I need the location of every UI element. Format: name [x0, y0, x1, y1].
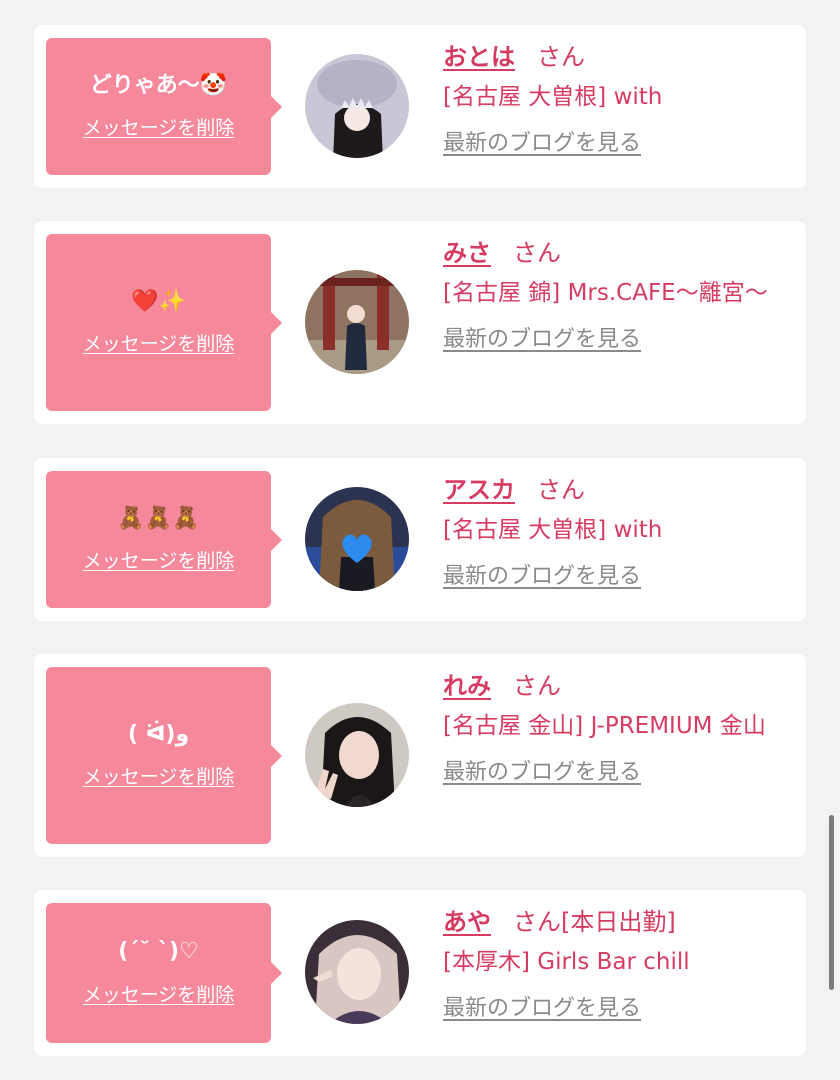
avatar[interactable]: [305, 703, 409, 807]
shop-name: [名古屋 大曽根] with: [443, 84, 663, 110]
delete-message-link[interactable]: メッセージを削除: [83, 329, 235, 356]
shop-name: [名古屋 金山] J-PREMIUM 金山: [443, 713, 766, 739]
sender-info: アスカ さん [名古屋 大曽根] with 最新のブログを見る: [443, 470, 793, 592]
name-line: アスカ さん: [443, 470, 793, 510]
avatar[interactable]: [305, 920, 409, 1024]
message-card: (ˊ˘ ˋ)♡ メッセージを削除 あや さん[本日出勤] [本厚木] Girls …: [34, 890, 806, 1056]
shop-name: [名古屋 大曽根] with: [443, 517, 663, 543]
message-text: ( ᐛ)و: [127, 721, 190, 747]
message-bubble: どりゃあ〜🤡 メッセージを削除: [46, 38, 282, 175]
name-line: れみ さん: [443, 666, 793, 706]
delete-message-link[interactable]: メッセージを削除: [83, 113, 235, 140]
sender-name-link[interactable]: あや: [443, 908, 491, 936]
sender-info: みさ さん [名古屋 錦] Mrs.CAFE〜離宮〜 最新のブログを見る: [443, 233, 793, 355]
name-line: おとは さん: [443, 37, 793, 77]
message-bubble: (ˊ˘ ˋ)♡ メッセージを削除: [46, 903, 282, 1043]
latest-blog-link[interactable]: 最新のブログを見る: [443, 325, 641, 355]
message-list: どりゃあ〜🤡 メッセージを削除 おとは さん [名古屋 大曽根] with 最新の…: [0, 0, 840, 1080]
delete-message-link[interactable]: メッセージを削除: [83, 762, 235, 789]
message-card: どりゃあ〜🤡 メッセージを削除 おとは さん [名古屋 大曽根] with 最新の…: [34, 25, 806, 188]
message-bubble: 🧸🧸🧸 メッセージを削除: [46, 471, 282, 608]
avatar[interactable]: [305, 54, 409, 158]
latest-blog-link[interactable]: 最新のブログを見る: [443, 994, 641, 1024]
latest-blog-link[interactable]: 最新のブログを見る: [443, 562, 641, 592]
shop-name: [本厚木] Girls Bar chill: [443, 949, 690, 975]
name-line: あや さん[本日出勤]: [443, 902, 793, 942]
sender-name-link[interactable]: みさ: [443, 239, 491, 267]
shop-name: [名古屋 錦] Mrs.CAFE〜離宮〜: [443, 280, 768, 306]
honorific: さん: [513, 239, 561, 267]
honorific: さん[本日出勤]: [513, 908, 676, 936]
latest-blog-link[interactable]: 最新のブログを見る: [443, 758, 641, 788]
latest-blog-link[interactable]: 最新のブログを見る: [443, 129, 641, 159]
scrollbar[interactable]: [829, 815, 834, 990]
honorific: さん: [537, 43, 585, 71]
name-line: みさ さん: [443, 233, 793, 273]
sender-name-link[interactable]: れみ: [443, 672, 491, 700]
sender-info: おとは さん [名古屋 大曽根] with 最新のブログを見る: [443, 37, 793, 159]
sender-info: れみ さん [名古屋 金山] J-PREMIUM 金山 最新のブログを見る: [443, 666, 793, 788]
message-card: 🧸🧸🧸 メッセージを削除 アスカ さん [名古屋 大曽根] with 最新のブログ…: [34, 458, 806, 621]
message-text: ❤️✨: [131, 288, 186, 314]
avatar[interactable]: [305, 270, 409, 374]
message-bubble: ( ᐛ)و メッセージを削除: [46, 667, 282, 844]
honorific: さん: [513, 672, 561, 700]
message-text: (ˊ˘ ˋ)♡: [118, 939, 199, 965]
message-card: ( ᐛ)و メッセージを削除 れみ さん [名古屋 金山] J-PREMIUM 金…: [34, 654, 806, 857]
honorific: さん: [537, 476, 585, 504]
sender-info: あや さん[本日出勤] [本厚木] Girls Bar chill 最新のブログを…: [443, 902, 793, 1024]
sender-name-link[interactable]: おとは: [443, 43, 515, 71]
message-bubble: ❤️✨ メッセージを削除: [46, 234, 282, 411]
message-text: どりゃあ〜🤡: [89, 72, 228, 98]
avatar[interactable]: [305, 487, 409, 591]
delete-message-link[interactable]: メッセージを削除: [83, 980, 235, 1007]
delete-message-link[interactable]: メッセージを削除: [83, 546, 235, 573]
message-card: ❤️✨ メッセージを削除 みさ さん [名古屋 錦] Mrs.CAFE〜離宮〜 最…: [34, 221, 806, 424]
message-text: 🧸🧸🧸: [117, 505, 200, 531]
sender-name-link[interactable]: アスカ: [443, 476, 515, 504]
